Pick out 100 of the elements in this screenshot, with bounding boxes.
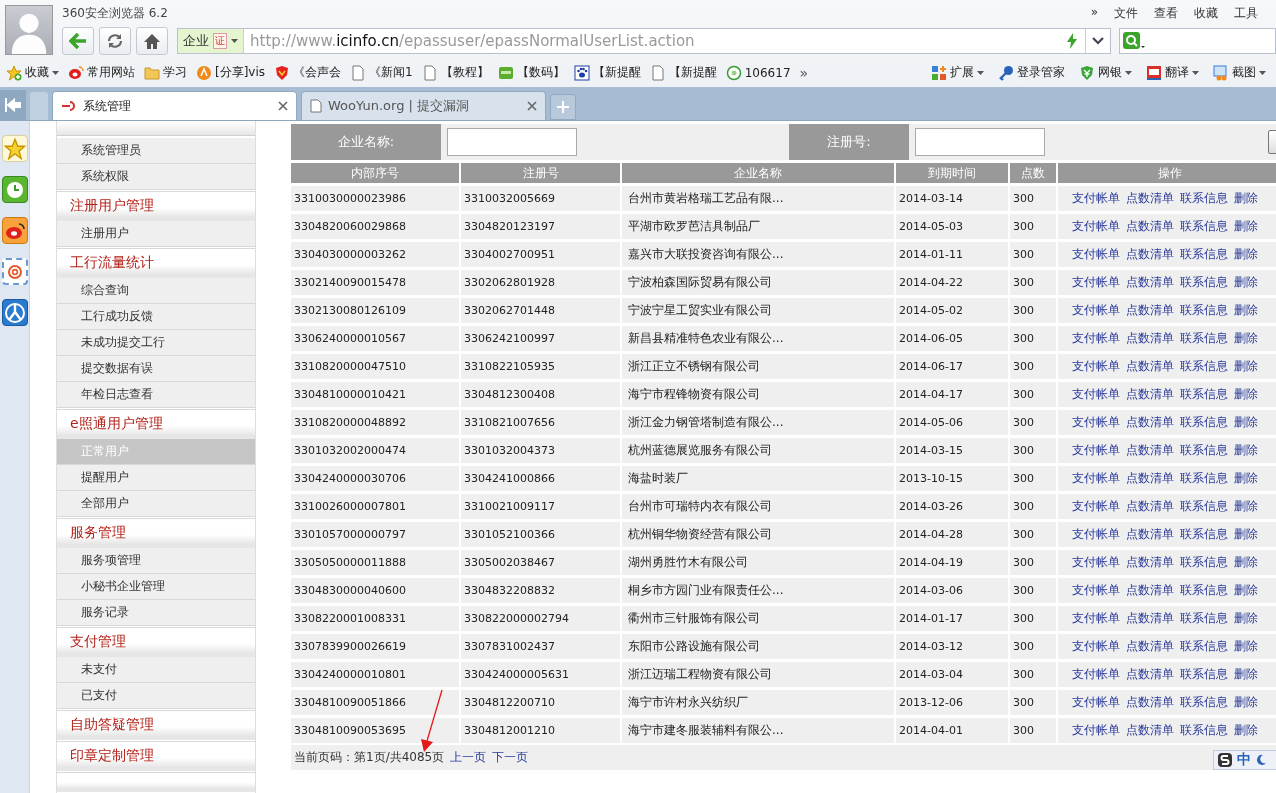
action-link[interactable]: 支付帐单: [1072, 303, 1120, 317]
bookmark-item[interactable]: 常用网站: [68, 64, 135, 81]
refresh-button[interactable]: [99, 27, 131, 55]
action-link[interactable]: 点数清单: [1126, 331, 1174, 345]
action-link[interactable]: 支付帐单: [1072, 499, 1120, 513]
action-link[interactable]: 点数清单: [1126, 247, 1174, 261]
action-link[interactable]: 删除: [1234, 583, 1258, 597]
action-link[interactable]: 点数清单: [1126, 471, 1174, 485]
action-link[interactable]: 联系信息: [1180, 555, 1228, 569]
action-link[interactable]: 支付帐单: [1072, 667, 1120, 681]
action-link[interactable]: 删除: [1234, 415, 1258, 429]
bookmark-item[interactable]: 《会声会: [274, 64, 342, 81]
action-link[interactable]: 支付帐单: [1072, 639, 1120, 653]
action-link[interactable]: 联系信息: [1180, 191, 1228, 205]
peace-icon[interactable]: [1, 299, 28, 326]
sidebar-item[interactable]: 已支付: [57, 683, 255, 709]
close-icon[interactable]: [527, 101, 537, 111]
action-link[interactable]: 联系信息: [1180, 639, 1228, 653]
section-header[interactable]: 工行流量统计: [57, 248, 255, 278]
action-link[interactable]: 点数清单: [1126, 583, 1174, 597]
action-link[interactable]: 点数清单: [1126, 191, 1174, 205]
action-link[interactable]: 点数清单: [1126, 499, 1174, 513]
sidebar-toggle-button[interactable]: [0, 90, 26, 120]
sidebar-item[interactable]: 提交数据有误: [57, 356, 255, 382]
sidebar-item[interactable]: 提醒用户: [57, 465, 255, 491]
action-link[interactable]: 支付帐单: [1072, 443, 1120, 457]
action-link[interactable]: 删除: [1234, 191, 1258, 205]
action-link[interactable]: 删除: [1234, 247, 1258, 261]
menu-item[interactable]: 收藏: [1194, 4, 1218, 22]
section-header[interactable]: 自助答疑管理: [57, 710, 255, 740]
action-link[interactable]: 联系信息: [1180, 359, 1228, 373]
bookmark-item[interactable]: 《新闻1: [350, 64, 413, 81]
sidebar-item[interactable]: 未支付: [57, 657, 255, 683]
bookmark-item[interactable]: 收藏: [6, 64, 59, 81]
new-tab-button[interactable]: [550, 94, 576, 120]
browser-tab[interactable]: 系统管理: [52, 91, 297, 120]
action-link[interactable]: 点数清单: [1126, 555, 1174, 569]
sidebar-item[interactable]: 综合查询: [57, 278, 255, 304]
sidebar-item[interactable]: 小秘书企业管理: [57, 574, 255, 600]
action-link[interactable]: 删除: [1234, 667, 1258, 681]
action-link[interactable]: 支付帐单: [1072, 471, 1120, 485]
action-link[interactable]: 删除: [1234, 695, 1258, 709]
sidebar-item[interactable]: 系统权限: [57, 164, 255, 190]
action-link[interactable]: 删除: [1234, 443, 1258, 457]
action-link[interactable]: 联系信息: [1180, 471, 1228, 485]
action-link[interactable]: 点数清单: [1126, 359, 1174, 373]
action-link[interactable]: 支付帐单: [1072, 387, 1120, 401]
action-link[interactable]: 支付帐单: [1072, 275, 1120, 289]
section-header[interactable]: 支付管理: [57, 627, 255, 657]
action-link[interactable]: 联系信息: [1180, 387, 1228, 401]
sidebar-item[interactable]: 未成功提交工行: [57, 330, 255, 356]
back-button[interactable]: [62, 27, 94, 55]
address-bar[interactable]: 企业 证 http://www.icinfo.cn/epassuser/epassNormalUserList.action: [177, 28, 1111, 54]
more-bookmarks[interactable]: »: [799, 64, 809, 81]
section-header[interactable]: 注册用户管理: [57, 191, 255, 221]
action-link[interactable]: 点数清单: [1126, 415, 1174, 429]
sidebar-item[interactable]: 系统管理员: [57, 138, 255, 164]
action-link[interactable]: 删除: [1234, 303, 1258, 317]
action-link[interactable]: 点数清单: [1126, 275, 1174, 289]
clock-icon[interactable]: [1, 176, 28, 203]
bookmark-item[interactable]: 106617: [725, 64, 791, 81]
eye-icon[interactable]: [1, 217, 28, 244]
action-link[interactable]: 删除: [1234, 723, 1258, 737]
action-link[interactable]: 删除: [1234, 219, 1258, 233]
action-link[interactable]: 删除: [1234, 331, 1258, 345]
menu-item[interactable]: 工具: [1234, 4, 1258, 22]
action-link[interactable]: 点数清单: [1126, 639, 1174, 653]
toolbar-item[interactable]: 翻译: [1146, 64, 1199, 81]
bookmark-item[interactable]: 【数码】: [497, 64, 565, 81]
browser-tab[interactable]: WooYun.org | 提交漏洞: [301, 91, 546, 120]
action-link[interactable]: 支付帐单: [1072, 695, 1120, 709]
action-link[interactable]: 点数清单: [1126, 443, 1174, 457]
action-link[interactable]: 联系信息: [1180, 331, 1228, 345]
action-link[interactable]: 点数清单: [1126, 387, 1174, 401]
toolbar-item[interactable]: 登录管家: [998, 64, 1065, 81]
action-link[interactable]: 支付帐单: [1072, 191, 1120, 205]
action-link[interactable]: 联系信息: [1180, 527, 1228, 541]
action-link[interactable]: 联系信息: [1180, 415, 1228, 429]
action-link[interactable]: 删除: [1234, 359, 1258, 373]
avatar-icon[interactable]: [5, 5, 53, 55]
action-link[interactable]: 支付帐单: [1072, 415, 1120, 429]
action-link[interactable]: 点数清单: [1126, 611, 1174, 625]
section-header[interactable]: e照通用户管理: [57, 409, 255, 439]
action-link[interactable]: 删除: [1234, 275, 1258, 289]
home-button[interactable]: [136, 27, 168, 55]
action-link[interactable]: 支付帐单: [1072, 527, 1120, 541]
lightning-icon[interactable]: [1067, 33, 1077, 49]
action-link[interactable]: 删除: [1234, 555, 1258, 569]
action-link[interactable]: 联系信息: [1180, 303, 1228, 317]
toolbar-item[interactable]: 扩展: [931, 64, 984, 81]
action-link[interactable]: 联系信息: [1180, 583, 1228, 597]
sidebar-item[interactable]: 注册用户: [57, 221, 255, 247]
bookmark-item[interactable]: 【教程】: [421, 64, 489, 81]
ime-toolbar[interactable]: 中: [1213, 750, 1276, 770]
star-icon[interactable]: [1, 135, 28, 162]
action-link[interactable]: 联系信息: [1180, 695, 1228, 709]
action-link[interactable]: 支付帐单: [1072, 247, 1120, 261]
section-header[interactable]: 服务管理: [57, 518, 255, 548]
bookmark-item[interactable]: [分享]vis: [196, 64, 266, 81]
toolbar-item[interactable]: 截图: [1213, 64, 1266, 81]
